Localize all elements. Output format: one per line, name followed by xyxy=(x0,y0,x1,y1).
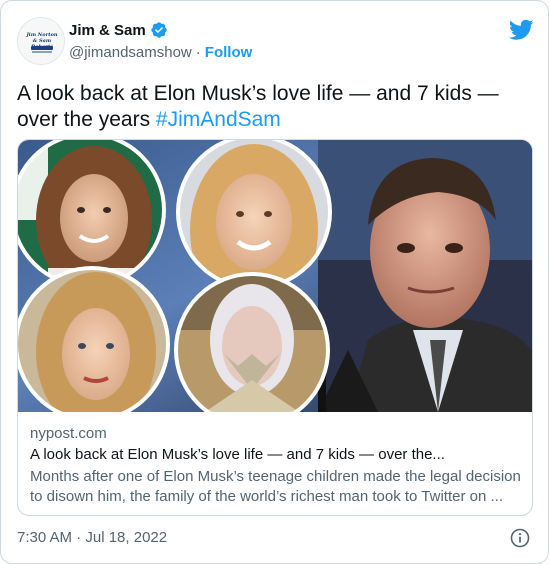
card-image[interactable] xyxy=(18,140,532,412)
link-card[interactable]: nypost.com A look back at Elon Musk’s lo… xyxy=(17,139,533,516)
handle-row: @jimandsamshow · Follow xyxy=(69,44,252,61)
info-icon[interactable] xyxy=(510,528,530,548)
separator-dot: · xyxy=(195,44,201,61)
card-image-collage xyxy=(18,140,532,412)
avatar-logo-line xyxy=(32,51,52,53)
card-title[interactable]: A look back at Elon Musk’s love life — a… xyxy=(30,445,522,465)
avatar-logo-bar xyxy=(31,46,53,50)
card-domain: nypost.com xyxy=(30,425,107,442)
avatar[interactable]: Jim Norton & Sam Roberts xyxy=(17,17,65,65)
twitter-bird-icon[interactable] xyxy=(509,19,534,41)
handle[interactable]: @jimandsamshow xyxy=(69,44,192,61)
tweet-text: A look back at Elon Musk’s love life — a… xyxy=(17,81,534,133)
follow-button[interactable]: Follow xyxy=(205,44,253,61)
hashtag-link[interactable]: #JimAndSam xyxy=(156,108,281,131)
author-name-row: Jim & Sam xyxy=(69,21,168,39)
timestamp[interactable]: 7:30 AM · Jul 18, 2022 xyxy=(17,529,167,546)
card-description: Months after one of Elon Musk’s teenage … xyxy=(30,468,521,505)
display-name[interactable]: Jim & Sam xyxy=(69,22,146,39)
verified-badge-icon xyxy=(151,22,167,38)
card-meta: nypost.com A look back at Elon Musk’s lo… xyxy=(30,424,522,507)
tweet-embed[interactable]: Jim Norton & Sam Roberts Jim & Sam @jima… xyxy=(0,0,549,564)
